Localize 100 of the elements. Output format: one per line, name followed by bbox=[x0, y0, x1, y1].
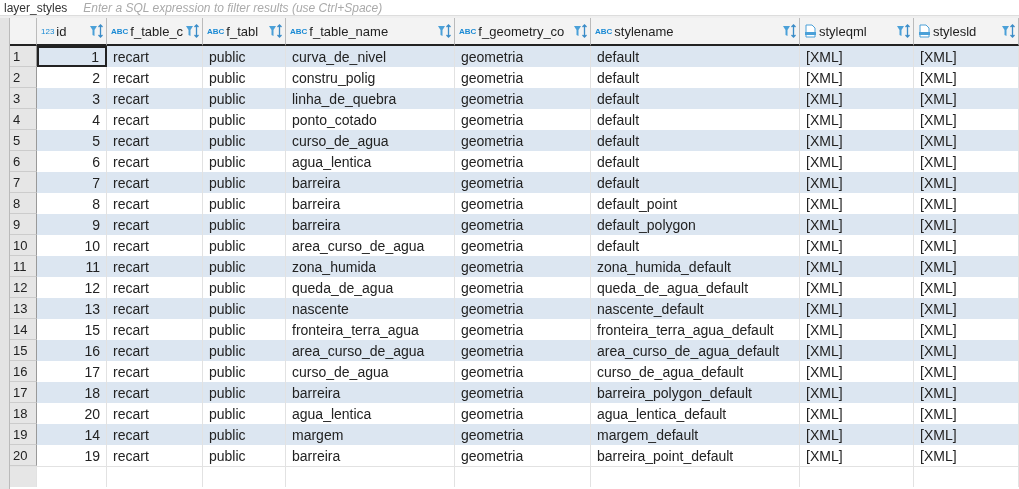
table-cell: [XML] bbox=[914, 214, 1019, 235]
xml-file-icon bbox=[918, 24, 931, 38]
table-cell: recart bbox=[107, 424, 203, 445]
table-cell: zona_humida_default bbox=[591, 256, 800, 277]
table-cell: [XML] bbox=[800, 256, 914, 277]
table-cell: default bbox=[591, 46, 800, 67]
table-cell: 5 bbox=[37, 130, 107, 151]
table-cell: zona_humida bbox=[286, 256, 455, 277]
row-number[interactable]: 16 bbox=[10, 361, 37, 382]
table-cell: default_polygon bbox=[591, 214, 800, 235]
table-cell: barreira bbox=[286, 382, 455, 403]
filter-sort-icon[interactable] bbox=[1001, 24, 1016, 38]
table-cell: barreira bbox=[286, 214, 455, 235]
table-cell: public bbox=[203, 46, 286, 67]
table-cell: area_curso_de_agua bbox=[286, 340, 455, 361]
text-type-icon: ABC bbox=[111, 26, 129, 36]
number-type-icon: 123 bbox=[41, 26, 55, 36]
row-number[interactable]: 20 bbox=[10, 445, 37, 466]
table-cell: area_curso_de_agua_default bbox=[591, 340, 800, 361]
table-cell: 16 bbox=[37, 340, 107, 361]
table-cell: default bbox=[591, 130, 800, 151]
table-cell: public bbox=[203, 340, 286, 361]
table-cell: recart bbox=[107, 340, 203, 361]
table-cell: 9 bbox=[37, 214, 107, 235]
column-name: f_table_name bbox=[309, 23, 389, 39]
column-header[interactable]: stylesld bbox=[914, 18, 1019, 46]
filter-sort-icon[interactable] bbox=[185, 24, 201, 38]
table-cell: recart bbox=[107, 256, 203, 277]
table-cell: public bbox=[203, 88, 286, 109]
table-cell: 7 bbox=[37, 172, 107, 193]
table-cell: [XML] bbox=[914, 172, 1019, 193]
row-number[interactable]: 3 bbox=[10, 88, 37, 109]
table-cell: [XML] bbox=[800, 340, 914, 361]
table-cell: [XML] bbox=[914, 424, 1019, 445]
filter-sort-icon[interactable] bbox=[896, 24, 911, 38]
row-number[interactable]: 7 bbox=[10, 172, 37, 193]
row-number[interactable]: 5 bbox=[10, 130, 37, 151]
row-number[interactable]: 12 bbox=[10, 277, 37, 298]
filter-sort-icon[interactable] bbox=[268, 24, 283, 38]
table-cell: recart bbox=[107, 298, 203, 319]
table-cell: geometria bbox=[455, 298, 591, 319]
row-number[interactable]: 17 bbox=[10, 382, 37, 403]
row-number[interactable]: 6 bbox=[10, 151, 37, 172]
table-cell: [XML] bbox=[914, 256, 1019, 277]
row-number[interactable]: 13 bbox=[10, 298, 37, 319]
row-number[interactable]: 2 bbox=[10, 67, 37, 88]
row-number[interactable]: 14 bbox=[10, 319, 37, 340]
row-number[interactable]: 4 bbox=[10, 109, 37, 130]
table-cell: [XML] bbox=[800, 46, 914, 67]
table-cell: 1 bbox=[37, 46, 107, 67]
table-cell: 18 bbox=[37, 382, 107, 403]
table-cell: geometria bbox=[455, 424, 591, 445]
table-cell: geometria bbox=[455, 88, 591, 109]
table-cell: geometria bbox=[455, 172, 591, 193]
table-cell: 3 bbox=[37, 88, 107, 109]
text-type-icon: ABC bbox=[459, 26, 477, 36]
table-cell: recart bbox=[107, 382, 203, 403]
table-cell: geometria bbox=[455, 382, 591, 403]
table-cell: margem_default bbox=[591, 424, 800, 445]
column-name: id bbox=[56, 23, 67, 39]
table-cell: geometria bbox=[455, 130, 591, 151]
table-cell: [XML] bbox=[800, 88, 914, 109]
filter-sort-icon[interactable] bbox=[782, 24, 797, 38]
row-number[interactable]: 1 bbox=[10, 46, 37, 67]
row-number[interactable]: 18 bbox=[10, 403, 37, 424]
table-cell: 14 bbox=[37, 424, 107, 445]
table-cell: [XML] bbox=[800, 214, 914, 235]
column-name: f_geometry_co bbox=[478, 23, 565, 39]
table-cell: default bbox=[591, 172, 800, 193]
row-number[interactable]: 19 bbox=[10, 424, 37, 445]
filter-sort-icon[interactable] bbox=[89, 24, 104, 38]
table-cell: public bbox=[203, 382, 286, 403]
row-number[interactable]: 15 bbox=[10, 340, 37, 361]
table-cell: [XML] bbox=[914, 298, 1019, 319]
column-name: stylename bbox=[614, 23, 674, 39]
table-cell: linha_de_quebra bbox=[286, 88, 455, 109]
filter-sort-icon[interactable] bbox=[573, 24, 588, 38]
filter-sort-icon[interactable] bbox=[437, 24, 452, 38]
tab-title[interactable]: layer_styles bbox=[4, 0, 68, 15]
table-cell: curso_de_agua bbox=[286, 130, 455, 151]
row-number[interactable]: 9 bbox=[10, 214, 37, 235]
table-cell: [XML] bbox=[914, 46, 1019, 67]
table-cell: geometria bbox=[455, 340, 591, 361]
table-cell: nascente_default bbox=[591, 298, 800, 319]
row-number[interactable]: 11 bbox=[10, 256, 37, 277]
column-header[interactable]: styleqml bbox=[800, 18, 914, 46]
table-cell: recart bbox=[107, 172, 203, 193]
row-number[interactable]: 8 bbox=[10, 193, 37, 214]
table-cell: public bbox=[203, 424, 286, 445]
table-cell: barreira_polygon_default bbox=[591, 382, 800, 403]
table-cell: [XML] bbox=[914, 130, 1019, 151]
text-type-icon: ABC bbox=[595, 26, 613, 36]
row-number[interactable]: 10 bbox=[10, 235, 37, 256]
table-cell: recart bbox=[107, 46, 203, 67]
text-type-icon: ABC bbox=[290, 26, 308, 36]
column-name: f_table_c bbox=[130, 23, 184, 39]
table-cell: public bbox=[203, 172, 286, 193]
table-cell: recart bbox=[107, 214, 203, 235]
table-cell: [XML] bbox=[914, 340, 1019, 361]
text-type-icon: ABC bbox=[207, 26, 225, 36]
